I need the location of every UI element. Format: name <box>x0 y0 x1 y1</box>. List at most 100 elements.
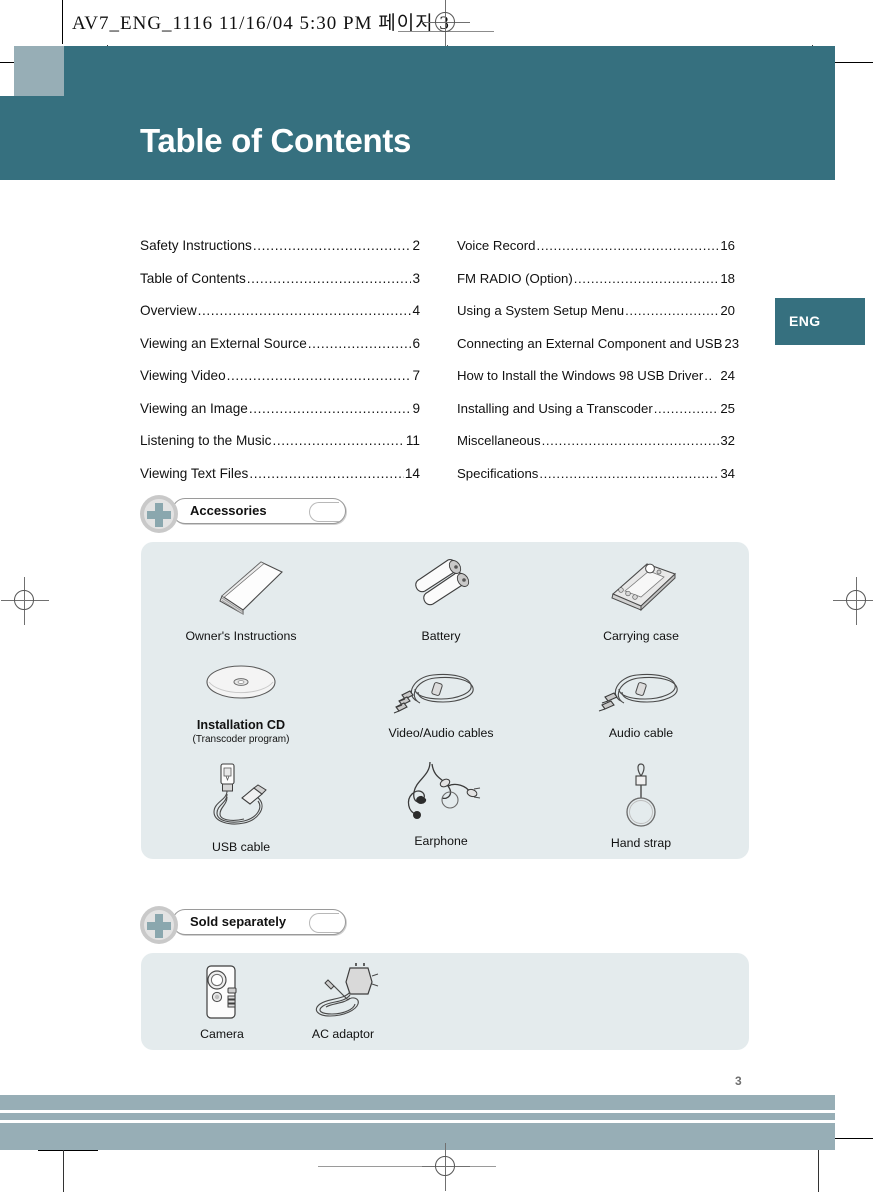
toc-entry-leader: ........................................… <box>541 433 720 448</box>
page-number: 3 <box>735 1074 742 1088</box>
toc-entry[interactable]: Using a System Setup Menu ..............… <box>457 303 735 336</box>
toc-entry-title: Miscellaneous <box>457 433 541 448</box>
accessory-item: USB cable <box>166 760 316 855</box>
toc-entry[interactable]: Miscellaneous ..........................… <box>457 433 735 466</box>
toc-entry-title: Voice Record <box>457 238 536 253</box>
toc-entry[interactable]: Specifications .........................… <box>457 466 735 499</box>
toc-entry-leader: ........................................… <box>248 400 412 416</box>
toc-entry-leader: .. <box>704 368 713 383</box>
toc-entry-page: 9 <box>412 400 420 416</box>
sold-separately-item: Camera <box>162 962 282 1042</box>
sold-separately-badge-label: Sold separately <box>190 914 287 929</box>
registration-mark-left <box>1 577 49 625</box>
sold-separately-label: Camera <box>200 1027 244 1041</box>
toc-entry-title: How to Install the Windows 98 USB Driver <box>457 368 704 383</box>
accessories-badge: Accessories <box>140 495 346 533</box>
toc-entry-title: Specifications <box>457 465 539 481</box>
toc-entry-page: 24 <box>720 368 735 383</box>
carrying-case-icon <box>566 552 716 618</box>
toc-entry-leader: ........................................… <box>226 368 412 383</box>
hand-strap-icon <box>566 760 716 830</box>
toc-entry[interactable]: Viewing an External Source .............… <box>140 336 420 369</box>
toc-entry-title: Installing and Using a Transcoder <box>457 400 653 416</box>
sold-separately-badge-pill-inner <box>309 913 339 933</box>
header-band-left-block <box>14 46 64 96</box>
crop-mark-bottom-right-horizontal <box>835 1138 873 1139</box>
toc-column-left: Safety Instructions.....................… <box>140 238 420 498</box>
toc-entry[interactable]: Safety Instructions.....................… <box>140 238 420 271</box>
toc-entry[interactable]: Installing and Using a Transcoder ......… <box>457 401 735 434</box>
toc-entry-page: 6 <box>412 335 420 351</box>
toc-entry-title: Table of Contents <box>140 270 246 286</box>
toc-entry[interactable]: How to Install the Windows 98 USB Driver… <box>457 368 735 401</box>
page-title: Table of Contents <box>140 122 412 159</box>
accessory-item: Earphone <box>366 760 516 849</box>
toc-entry[interactable]: Viewing an Image .......................… <box>140 401 420 434</box>
toc-entry-page: 14 <box>404 465 420 481</box>
language-tab-eng[interactable]: ENG <box>775 298 865 345</box>
cd-disc-icon <box>166 655 316 709</box>
toc-entry[interactable]: FM RADIO (Option).......................… <box>457 271 735 304</box>
toc-entry[interactable]: Table of Contents ......................… <box>140 271 420 304</box>
toc-entry[interactable]: Overview ...............................… <box>140 303 420 336</box>
footer-rule-left <box>38 1150 98 1151</box>
toc-entry-title: Safety Instructions <box>140 238 252 253</box>
toc-entry-page: 18 <box>720 270 735 286</box>
toc-entry-page: 34 <box>720 465 735 481</box>
toc-entry-page: 23 <box>724 335 740 351</box>
toc-entry-page: 3 <box>412 270 420 286</box>
audio-cable-icon <box>566 655 716 717</box>
toc-entry-page: 11 <box>405 433 420 448</box>
toc-entry-leader: ........................................… <box>246 270 412 286</box>
accessory-label: Carrying case <box>603 629 679 643</box>
accessory-item: Audio cable <box>566 655 716 741</box>
toc-entry-title: Connecting an External Component and USB <box>457 335 723 351</box>
toc-column-right: Voice Record............................… <box>457 238 739 499</box>
accessory-label: Audio cable <box>608 726 674 740</box>
earphone-icon <box>366 760 516 828</box>
toc-entry-title: Viewing an Image <box>140 400 248 416</box>
accessory-label: USB cable <box>211 840 271 854</box>
toc-entry-title: Viewing Video <box>140 368 226 383</box>
footer-band-middle <box>0 1113 835 1120</box>
toc-entry-leader: ........................................… <box>197 303 412 318</box>
toc-entry-leader: ........................................… <box>539 465 720 481</box>
toc-entry-leader: ................................... <box>272 433 404 448</box>
toc-entry-page: 2 <box>412 238 420 253</box>
toc-entry-page: 20 <box>720 303 735 318</box>
footer-band-lower <box>0 1123 835 1150</box>
accessory-sublabel: (Transcoder program) <box>192 733 290 745</box>
registration-mark-bottom-center <box>422 1143 470 1191</box>
manual-icon <box>166 552 316 618</box>
accessory-item: Hand strap <box>566 760 716 851</box>
ac-adaptor-icon <box>283 962 403 1024</box>
toc-entry[interactable]: Voice Record............................… <box>457 238 735 271</box>
accessories-badge-pill-inner <box>309 502 339 522</box>
accessory-label: Battery <box>421 629 461 643</box>
plus-icon <box>140 495 178 533</box>
toc-entry[interactable]: Listening to the Music .................… <box>140 433 420 466</box>
accessory-label: Earphone <box>414 834 468 848</box>
toc-entry-page: 16 <box>720 238 735 253</box>
toc-entry[interactable]: Connecting an External Component and USB… <box>457 335 739 369</box>
header-banner-main <box>0 96 835 180</box>
accessory-label: Owner's Instructions <box>185 629 297 643</box>
accessory-item: Carrying case <box>566 552 716 644</box>
toc-entry-title: Viewing Text Files <box>140 465 249 481</box>
sold-separately-item: AC adaptor <box>283 962 403 1042</box>
toc-entry-title: Overview <box>140 303 197 318</box>
toc-entry-page: 4 <box>412 303 420 318</box>
crop-mark-top-right-horizontal <box>835 62 873 63</box>
toc-entry[interactable]: Viewing Video...........................… <box>140 368 420 401</box>
print-header-vertical-rule <box>62 0 63 44</box>
accessory-label: Video/Audio cables <box>388 726 494 740</box>
toc-entry-title: Using a System Setup Menu <box>457 303 625 318</box>
toc-entry-leader: ........................................… <box>536 238 719 253</box>
crop-mark-bottom-right-vertical <box>818 1150 819 1192</box>
crop-mark-bottom-left-vertical <box>63 1150 64 1192</box>
accessory-item: Installation CD (Transcoder program) <box>166 655 316 745</box>
toc-entry-leader: ........................................… <box>249 465 404 481</box>
sold-separately-label: AC adaptor <box>311 1027 375 1041</box>
language-tab-label: ENG <box>789 313 821 329</box>
toc-entry[interactable]: Viewing Text Files......................… <box>140 466 420 499</box>
